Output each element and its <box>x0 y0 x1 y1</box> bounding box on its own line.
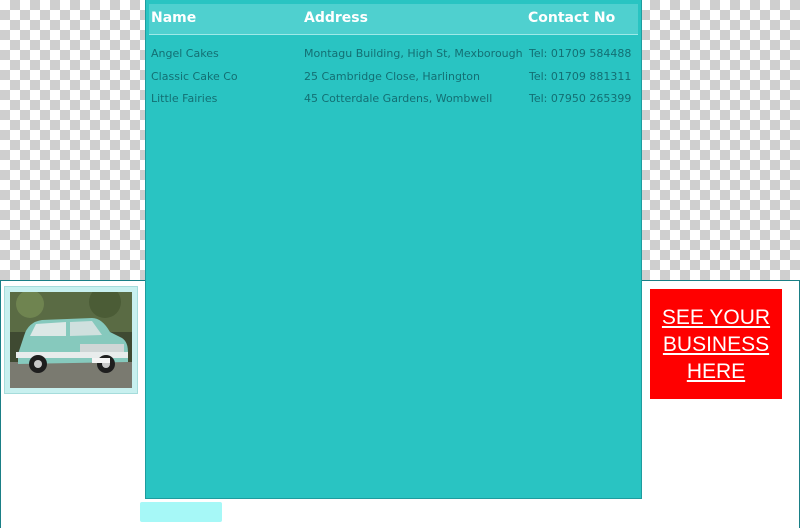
table-row: Angel Cakes Montagu Building, High St, M… <box>146 47 641 67</box>
car-image <box>10 292 132 388</box>
advert-line[interactable]: HERE <box>687 358 745 385</box>
business-address: 45 Cotterdale Gardens, Wombwell <box>304 92 493 105</box>
advertise-here-banner[interactable]: SEE YOUR BUSINESS HERE <box>650 289 782 399</box>
business-address: Montagu Building, High St, Mexborough <box>304 47 523 60</box>
column-header-address: Address <box>304 10 368 26</box>
business-name: Little Fairies <box>151 92 218 105</box>
column-header-name: Name <box>151 10 197 26</box>
business-name: Angel Cakes <box>151 47 219 60</box>
business-address: 25 Cambridge Close, Harlington <box>304 70 480 83</box>
directory-panel: Name Address Contact No Angel Cakes Mont… <box>145 0 642 499</box>
column-header-contact: Contact No <box>528 10 616 26</box>
advert-line[interactable]: BUSINESS <box>663 331 769 358</box>
table-row: Classic Cake Co 25 Cambridge Close, Harl… <box>146 70 641 90</box>
table-header: Name Address Contact No <box>149 4 638 35</box>
bottom-tab[interactable] <box>140 502 222 522</box>
business-phone: Tel: 01709 584488 <box>529 47 632 60</box>
business-phone: Tel: 07950 265399 <box>529 92 632 105</box>
table-row: Little Fairies 45 Cotterdale Gardens, Wo… <box>146 92 641 112</box>
business-name: Classic Cake Co <box>151 70 238 83</box>
advert-line[interactable]: SEE YOUR <box>662 304 770 331</box>
wedding-car-photo[interactable] <box>4 286 138 394</box>
business-phone: Tel: 01709 881311 <box>529 70 632 83</box>
